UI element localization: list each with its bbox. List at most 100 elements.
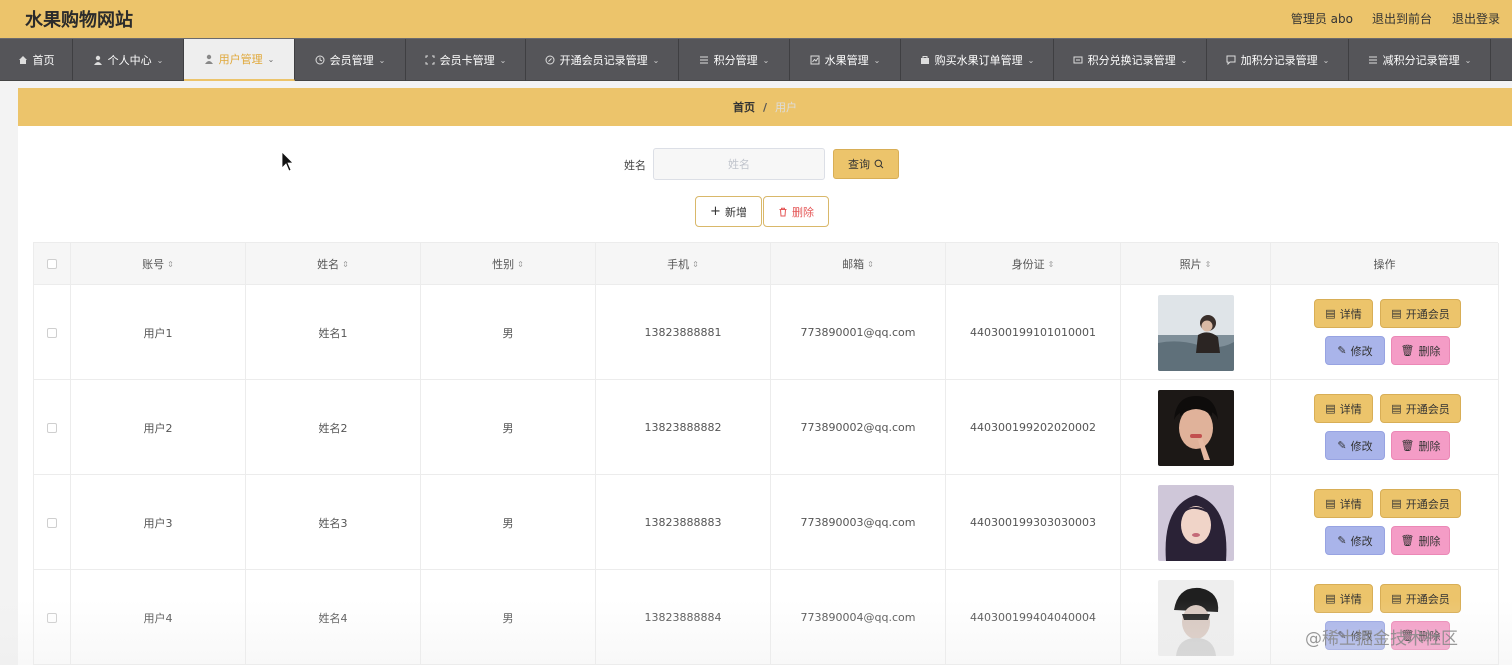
nav-item-member-management[interactable]: 会员管理 ⌄ [295,39,406,81]
detail-button[interactable]: ▤ 详情 [1314,299,1373,328]
column-header[interactable]: 姓名 ⇕ [246,243,421,285]
open-vip-button[interactable]: ▤ 开通会员 [1380,489,1461,518]
name-search-input[interactable] [653,148,825,180]
nav-item-orders[interactable]: 购买水果订单管理 ⌄ [901,39,1054,81]
mouse-cursor-icon [281,151,294,172]
delete-button[interactable]: 🗑 删除 [1391,526,1450,555]
search-icon [874,159,884,169]
gender-cell: 男 [421,285,596,380]
nav-label: 购买水果订单管理 [934,54,1023,67]
open-vip-button[interactable]: ▤ 开通会员 [1380,584,1461,613]
nav-item-member-card[interactable]: 会员卡管理 ⌄ [406,39,526,81]
trash-icon [779,207,787,216]
nav-label: 会员卡管理 [439,54,495,67]
nav-item-user-management[interactable]: 用户管理 ⌄ [184,39,295,81]
doc-icon: ▤ [1325,592,1336,605]
column-header[interactable]: 照片 ⇕ [1121,243,1271,285]
sort-icon: ⇕ [517,259,524,269]
sort-icon: ⇕ [1047,259,1055,269]
detail-label: 详情 [1339,307,1362,321]
row-actions: ▤ 详情 ▤ 开通会员 ✎ 修改 🗑 删除 [1271,475,1499,570]
edit-button[interactable]: ✎ 修改 [1325,526,1385,555]
user-photo[interactable] [1157,579,1234,656]
column-header[interactable]: 身份证 ⇕ [946,243,1121,285]
table-row: 用户4 姓名4 男 13823888884 773890004@qq.com 4… [34,570,1499,665]
user-photo[interactable] [1157,294,1234,371]
query-button[interactable]: 查询 [833,149,899,179]
detail-button[interactable]: ▤ 详情 [1314,584,1373,613]
id-card-cell: 440300199202020002 [946,380,1121,475]
edit-button[interactable]: ✎ 修改 [1325,336,1385,365]
name-cell: 姓名1 [246,285,421,380]
query-label: 查询 [848,158,870,171]
card-icon [425,55,435,65]
row-checkbox[interactable] [47,517,57,528]
edit-button[interactable]: ✎ 修改 [1325,431,1385,460]
photo-cell [1121,380,1271,475]
nav-item-add-points[interactable]: 加积分记录管理 ⌄ [1207,39,1349,81]
column-header: 操作 [1271,243,1499,285]
photo-cell [1121,570,1271,665]
row-select-cell [34,285,71,380]
user-photo[interactable] [1157,484,1234,561]
compass-icon [545,55,555,65]
edit-label: 修改 [1350,344,1373,358]
nav-label: 加积分记录管理 [1240,54,1318,67]
chevron-down-icon: ⌄ [762,55,770,65]
breadcrumb-current: 用户 [775,101,798,114]
row-select-cell [34,380,71,475]
nav-item-vip-records[interactable]: 开通会员记录管理 ⌄ [526,39,679,81]
batch-delete-button[interactable]: 删除 [763,196,829,227]
to-front-link[interactable]: 退出到前台 [1372,10,1432,27]
add-label: 新增 [724,205,747,219]
doc-icon: ▤ [1325,497,1336,510]
nav-item-reduce-points[interactable]: 减积分记录管理 ⌄ [1349,39,1491,81]
select-all-checkbox[interactable] [47,259,57,269]
nav-item-profile[interactable]: 个人中心 ⌄ [73,39,184,81]
doc-icon: ▤ [1325,402,1336,415]
sort-icon: ⇕ [167,259,174,269]
row-checkbox[interactable] [47,612,57,623]
column-header[interactable]: 性别 ⇕ [421,243,596,285]
vip-label: 开通会员 [1405,497,1450,511]
row-checkbox[interactable] [47,422,57,433]
nav-item-home[interactable]: 首页 [0,39,73,81]
detail-button[interactable]: ▤ 详情 [1314,489,1373,518]
row-actions: ▤ 详情 ▤ 开通会员 ✎ 修改 🗑 删除 [1271,285,1499,380]
chevron-down-icon: ⌄ [1180,55,1188,65]
column-label: 身份证 [1011,258,1045,271]
phone-cell: 13823888883 [596,475,771,570]
photo-cell [1121,475,1271,570]
breadcrumb-home[interactable]: 首页 [733,99,755,115]
detail-button[interactable]: ▤ 详情 [1314,394,1373,423]
logout-link[interactable]: 退出登录 [1452,10,1500,27]
nav-item-redeem-records[interactable]: 积分兑换记录管理 ⌄ [1054,39,1207,81]
chevron-down-icon: ⌄ [1322,55,1330,65]
nav-item-fruit[interactable]: 水果管理 ⌄ [790,39,901,81]
chevron-down-icon: ⌄ [1027,55,1035,65]
column-header[interactable]: 邮箱 ⇕ [771,243,946,285]
open-vip-button[interactable]: ▤ 开通会员 [1380,394,1461,423]
breadcrumb-separator: / [762,100,768,114]
nav-label: 首页 [32,54,55,67]
column-header[interactable]: 手机 ⇕ [596,243,771,285]
row-checkbox[interactable] [47,327,57,338]
account-cell: 用户2 [71,380,246,475]
column-header[interactable]: 账号 ⇕ [71,243,246,285]
phone-cell: 13823888882 [596,380,771,475]
delete-button[interactable]: 🗑 删除 [1391,431,1450,460]
account-cell: 用户4 [71,570,246,665]
nav-label: 积分兑换记录管理 [1087,54,1176,67]
delete-button[interactable]: 🗑 删除 [1391,336,1450,365]
delete-label: 删除 [792,205,814,219]
add-button[interactable]: + 新增 [695,196,762,227]
doc-icon: ▤ [1391,307,1402,320]
nav-item-points[interactable]: 积分管理 ⌄ [679,39,790,81]
open-vip-button[interactable]: ▤ 开通会员 [1380,299,1461,328]
nav-label: 个人中心 [107,54,152,67]
pencil-icon: ✎ [1337,344,1347,357]
list-icon [699,56,708,64]
id-card-cell: 440300199303030003 [946,475,1121,570]
chevron-down-icon: ⌄ [1464,55,1472,65]
user-photo[interactable] [1157,389,1234,466]
